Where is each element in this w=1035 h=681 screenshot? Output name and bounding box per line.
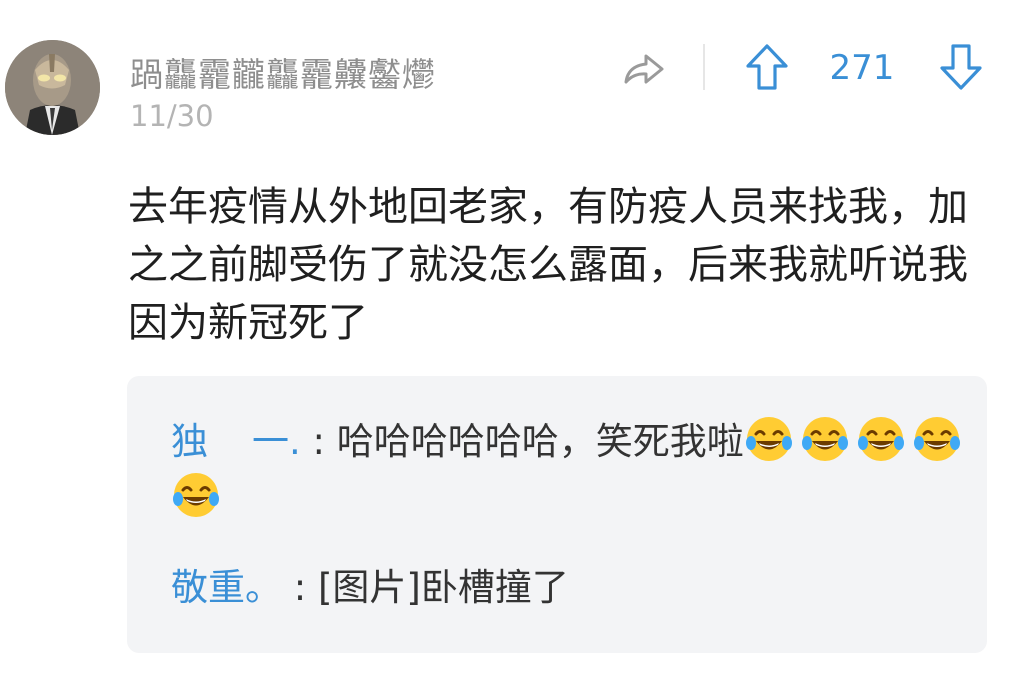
downvote-button[interactable]: [938, 42, 984, 92]
vote-count: 271: [829, 48, 895, 88]
avatar-image: [5, 40, 100, 135]
reply-item[interactable]: 敬重。 : [图片]卧槽撞了: [171, 560, 971, 616]
share-arrow-icon: [624, 54, 664, 84]
reply-list[interactable]: 独 一. : 哈哈哈哈哈哈，笑死我啦 敬重。 : [图片]卧槽撞了: [127, 376, 987, 653]
toolbar-divider: [703, 44, 705, 90]
reply-item[interactable]: 独 一. : 哈哈哈哈哈哈，笑死我啦: [171, 414, 971, 526]
reply-author[interactable]: 敬重。: [171, 566, 282, 609]
laughing-tears-emoji: [171, 470, 221, 520]
laughing-tears-emoji: [856, 414, 906, 464]
share-button[interactable]: [620, 44, 668, 92]
arrow-down-icon: [940, 44, 982, 90]
arrow-up-icon: [746, 44, 788, 90]
reply-text: [图片]卧槽撞了: [318, 566, 569, 609]
reply-separator: :: [293, 566, 307, 609]
laughing-tears-emoji: [912, 414, 962, 464]
reply-author[interactable]: 独 一.: [171, 420, 301, 463]
reply-author-part2[interactable]: 一.: [252, 420, 301, 463]
upvote-button[interactable]: [744, 42, 790, 92]
comment-text: 去年疫情从外地回老家，有防疫人员来找我，加之之前脚受伤了就没怎么露面，后来我就听…: [128, 184, 968, 346]
reply-separator: :: [312, 420, 325, 463]
reply-author-part1[interactable]: 独: [171, 420, 208, 463]
laughing-tears-emoji: [800, 414, 850, 464]
avatar[interactable]: [5, 40, 100, 135]
laughing-tears-emoji: [744, 414, 794, 464]
reply-text: 哈哈哈哈哈哈，笑死我啦: [336, 420, 744, 463]
comment-date: 11/30: [130, 99, 214, 133]
username[interactable]: 踻龘龗龖龘龗齉齾爩: [130, 48, 436, 96]
